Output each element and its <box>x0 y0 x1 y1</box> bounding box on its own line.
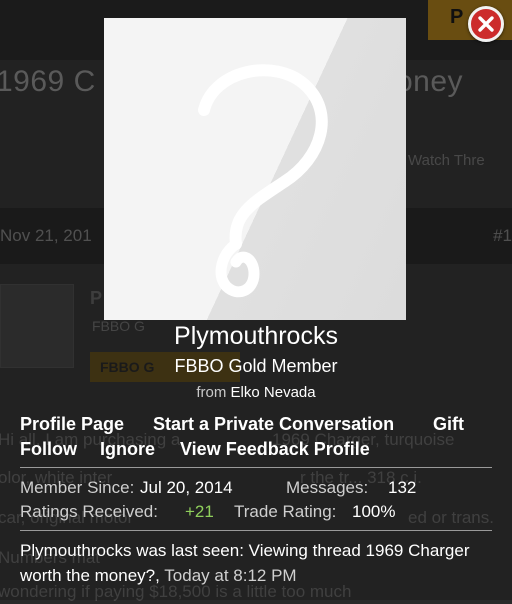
ratings-value[interactable]: +21 <box>185 502 214 522</box>
actions-row: Follow Ignore View Feedback Profile <box>20 439 500 464</box>
trade-rating-value: 100% <box>352 502 396 521</box>
divider <box>20 530 492 531</box>
close-icon <box>478 16 494 32</box>
last-seen-activity: Viewing thread <box>248 541 361 560</box>
member-since-label: Member Since: <box>20 478 135 497</box>
member-location: from Elko Nevada <box>0 384 512 401</box>
actions-row: Profile Page Start a Private Conversatio… <box>20 414 500 439</box>
member-name[interactable]: Plymouthrocks <box>0 322 512 351</box>
trade-rating-label: Trade Rating: <box>234 502 337 521</box>
last-seen: Plymouthrocks was last seen: Viewing thr… <box>20 538 500 588</box>
question-mark-icon <box>198 64 328 298</box>
messages-label: Messages: <box>286 478 369 497</box>
from-label: from <box>196 384 227 401</box>
member-since-value: Jul 20, 2014 <box>140 478 233 497</box>
start-conversation-link[interactable]: Start a Private Conversation <box>153 414 394 435</box>
gift-link[interactable]: Gift <box>433 414 464 435</box>
member-title: FBBO Gold Member <box>174 356 338 376</box>
profile-page-link[interactable]: Profile Page <box>20 414 124 435</box>
divider <box>20 467 492 468</box>
member-actions: Profile Page Start a Private Conversatio… <box>20 414 500 464</box>
last-seen-time: Today at 8:12 PM <box>164 566 297 585</box>
ignore-link[interactable]: Ignore <box>100 439 155 460</box>
messages-value[interactable]: 132 <box>388 478 416 498</box>
last-seen-prefix: Plymouthrocks was last seen: <box>20 541 244 560</box>
location-link[interactable]: Elko Nevada <box>231 384 316 401</box>
follow-link[interactable]: Follow <box>20 439 77 460</box>
ratings-label: Ratings Received: <box>20 502 158 521</box>
close-button[interactable] <box>468 6 504 42</box>
view-feedback-link[interactable]: View Feedback Profile <box>180 439 370 460</box>
profile-photo[interactable] <box>104 18 406 320</box>
member-card: Plymouthrocks FBBO Gold Member from Elko… <box>0 0 512 600</box>
